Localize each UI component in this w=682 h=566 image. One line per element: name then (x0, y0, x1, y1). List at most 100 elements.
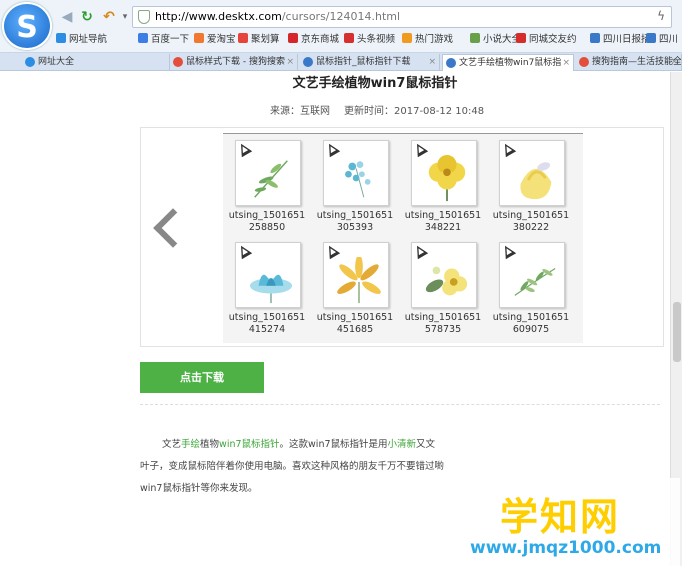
favorite-label: 京东商城 (301, 34, 340, 45)
cursor-item[interactable]: utsing_1501651 380222 (487, 134, 575, 234)
cursor-item[interactable]: utsing_1501651 258850 (223, 134, 311, 234)
favorite-item[interactable]: 百度一下 (138, 32, 189, 48)
cursor-thumbnail[interactable] (411, 140, 477, 206)
tab-favicon (173, 57, 183, 67)
browser-tab[interactable]: 搜狗指南—生活技能全 × (576, 54, 682, 71)
caption-line: utsing_1501651 (404, 210, 482, 221)
cursor-item[interactable]: utsing_1501651 415274 (223, 236, 311, 336)
browser-tab[interactable]: 网址大全 (22, 54, 170, 71)
article-meta: 来源：互联网 更新时间：2017-08-12 10:48 (270, 102, 484, 117)
tag-link-fresh[interactable]: 小清新 (388, 439, 417, 450)
cursor-caption: utsing_1501651 348221 (399, 210, 487, 234)
refresh-icon[interactable]: ↻ (78, 8, 96, 26)
cursor-thumbnail[interactable] (499, 242, 565, 308)
caption-line: 609075 (512, 324, 550, 335)
cursor-item[interactable]: utsing_1501651 609075 (487, 236, 575, 336)
favorite-item[interactable]: 聚划算 (238, 32, 280, 48)
cursor-item[interactable]: utsing_1501651 578735 (399, 236, 487, 336)
cursor-caption: utsing_1501651 578735 (399, 312, 487, 336)
tab-label: 文艺手绘植物win7鼠标指 (459, 58, 562, 68)
tag-link-win7-cursor[interactable]: win7鼠标指针 (219, 439, 279, 450)
tab-favicon (446, 58, 456, 68)
favorite-label: 聚划算 (251, 34, 280, 45)
favorite-item[interactable]: 头条视频 (344, 32, 395, 48)
caption-line: 305393 (336, 222, 374, 233)
favorite-label: 同城交友约 (529, 34, 577, 45)
favorite-icon (194, 33, 204, 43)
back-arrow-icon[interactable]: ◀ (58, 8, 76, 26)
url-path: /cursors/124014.html (281, 10, 401, 23)
cursor-thumbnail[interactable] (499, 140, 565, 206)
browser-tab[interactable]: 鼠标指针_鼠标指针下载 × (300, 54, 440, 71)
yellow-lily-icon (337, 257, 381, 304)
tag-link-handdrawn[interactable]: 手绘 (181, 439, 200, 450)
prev-arrow-icon[interactable] (151, 208, 177, 252)
shield-icon (138, 10, 150, 24)
browser-tab[interactable]: 鼠标样式下载 - 搜狗搜索 × (170, 54, 298, 71)
favorite-item[interactable]: 爱淘宝 (194, 32, 236, 48)
cursor-thumbnail[interactable] (323, 140, 389, 206)
cursor-item[interactable]: utsing_1501651 348221 (399, 134, 487, 234)
watermark-url: www.jmqz1000.com (470, 538, 662, 558)
cursor-item[interactable]: utsing_1501651 305393 (311, 134, 399, 234)
cursor-item[interactable]: utsing_1501651 451685 (311, 236, 399, 336)
para-line-2: 叶子，变成鼠标陪伴着你使用电脑。喜欢这种风格的朋友千万不要错过喲 (140, 461, 445, 472)
address-bar[interactable]: http://www.desktx.com/cursors/124014.htm… (132, 6, 672, 28)
tab-close-icon[interactable]: × (428, 54, 436, 70)
favorite-item[interactable]: 四川日报招 (590, 32, 651, 48)
favorite-icon (516, 33, 526, 43)
browser-tab[interactable]: 文艺手绘植物win7鼠标指 × (442, 54, 574, 71)
article-paragraph: 文艺手绘植物win7鼠标指针。这款win7鼠标指针是用小清新又文 叶子，变成鼠标… (140, 434, 470, 500)
para-text: 又文 (416, 439, 436, 450)
favorite-item[interactable]: 热门游戏 (402, 32, 453, 48)
cursor-thumbnail[interactable] (411, 242, 477, 308)
tab-close-icon[interactable]: × (562, 55, 570, 71)
favorite-label: 百度一下 (151, 34, 190, 45)
tab-favicon (579, 57, 589, 67)
divider (140, 404, 660, 405)
favorite-label: 头条视频 (357, 34, 396, 45)
favorite-label: 热门游戏 (415, 34, 454, 45)
browser-logo[interactable]: S (2, 2, 52, 50)
yellow-rose-icon (520, 162, 552, 200)
url-text: http://www.desktx.com/cursors/124014.htm… (155, 10, 400, 23)
tab-label: 鼠标指针_鼠标指针下载 (316, 57, 411, 67)
favorite-item[interactable]: 四川 (646, 32, 678, 48)
caption-line: utsing_1501651 (404, 312, 482, 323)
para-line-3: win7鼠标指针等你来发现。 (140, 483, 258, 494)
favorite-label: 网址导航 (69, 34, 108, 45)
lightning-icon[interactable]: ϟ (657, 9, 665, 23)
cursor-thumbnail[interactable] (235, 140, 301, 206)
preview-panel: utsing_1501651 258850 utsing_1501651 305393… (223, 133, 583, 343)
leaf-branch-icon (514, 268, 556, 296)
favorite-label: 四川 (659, 34, 679, 45)
article-source: 来源：互联网 (270, 106, 330, 117)
cursor-thumbnail[interactable] (323, 242, 389, 308)
scrollbar-thumb[interactable] (673, 302, 681, 362)
caption-line: 578735 (424, 324, 462, 335)
blue-sprig-icon (345, 161, 371, 198)
watermark-title: 学知网 (500, 495, 621, 539)
cursor-caption: utsing_1501651 305393 (311, 210, 399, 234)
caption-line: 451685 (336, 324, 374, 335)
caption-line: utsing_1501651 (228, 210, 306, 221)
yellow-blossom-icon (425, 266, 468, 296)
favorite-icon (402, 33, 412, 43)
cursor-thumbnail[interactable] (235, 242, 301, 308)
tab-close-icon[interactable]: × (670, 54, 678, 70)
cursor-caption: utsing_1501651 415274 (223, 312, 311, 336)
para-text: 文艺 (162, 439, 182, 450)
favorite-item[interactable]: 京东商城 (288, 32, 339, 48)
url-domain: http://www.desktx.com (155, 10, 282, 23)
caption-line: utsing_1501651 (228, 312, 306, 323)
caption-line: 380222 (512, 222, 550, 233)
download-button[interactable]: 点击下载 (140, 362, 264, 393)
article-updated: 更新时间：2017-08-12 10:48 (344, 106, 485, 117)
tab-close-icon[interactable]: × (286, 54, 294, 70)
cursor-gallery: utsing_1501651 258850 utsing_1501651 305393… (140, 127, 664, 347)
favorite-icon (470, 33, 480, 43)
favorite-item[interactable]: 小说大全 (470, 32, 521, 48)
favorite-icon (138, 33, 148, 43)
favorite-item[interactable]: 同城交友约 (516, 32, 577, 48)
favorite-item[interactable]: 网址导航 (56, 32, 107, 48)
